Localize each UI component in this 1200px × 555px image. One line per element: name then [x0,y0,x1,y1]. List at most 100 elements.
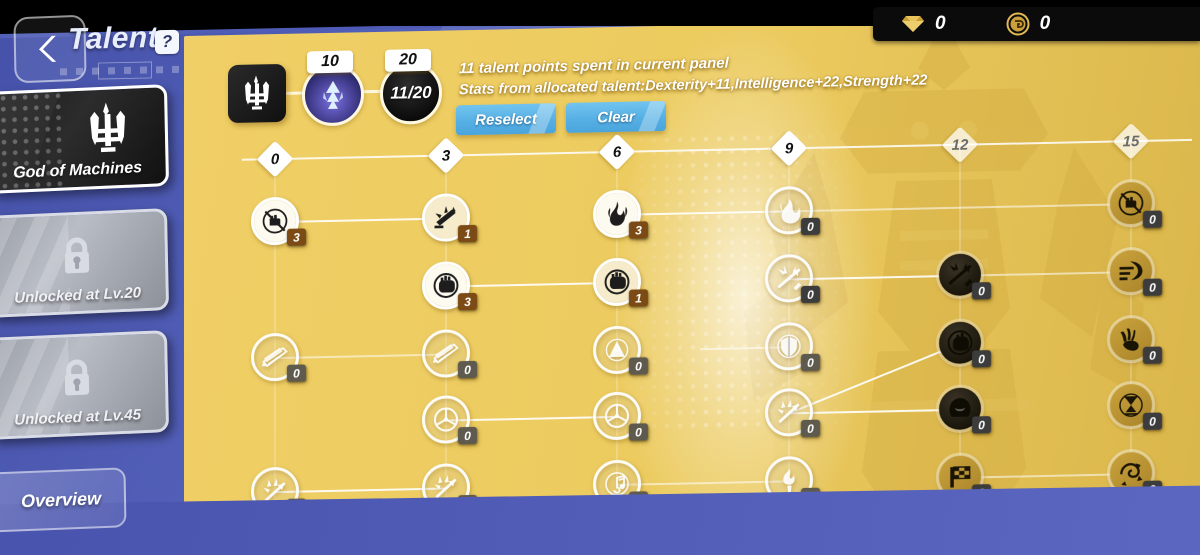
sidebar-card-locked-lv20[interactable]: Unlocked at Lv.20 [0,208,170,318]
talent-node-r1-c1[interactable]: 3 [251,196,306,246]
talent-node-grid: 3 1 3 0 0 3 1 0 0 0 0 0 0 0 0 0 0 0 0 0 … [184,15,1200,530]
talent-node-r2-c4[interactable]: 0 [765,253,820,304]
checker-flag-icon [950,466,971,488]
talent-node-r4-c6[interactable]: 0 [1107,380,1162,430]
talent-node-count: 0 [801,353,820,372]
beast-claw-icon [1120,328,1139,351]
sidebar-card-label: Unlocked at Lv.45 [14,406,142,429]
arrow-strike-icon [777,266,802,291]
gem-icon [902,16,924,32]
hourglass-icon [1119,393,1143,417]
talent-connector [446,281,617,288]
currency-gem-value: 0 [935,13,946,34]
talent-node-count: 0 [458,426,477,445]
talent-node-count: 0 [1143,210,1162,228]
talent-node-count: 1 [458,224,477,243]
talent-connector [275,487,446,494]
talent-connector [275,353,446,360]
blade-fan-icon [261,346,288,368]
talent-connector [960,473,1131,479]
hood-dark-icon [949,398,971,417]
burst-arrow-icon [777,399,800,423]
card-icon-wrap [76,98,139,164]
currency-coin[interactable]: 0 [1006,12,1051,36]
talent-connector [446,415,617,422]
talent-node-r3-c6[interactable]: 0 [1107,314,1162,364]
talent-connector [789,274,960,281]
talent-node-count: 3 [287,228,306,246]
sidebar-card-god-of-machines[interactable]: God of Machines [0,84,170,194]
sidebar-card-label: God of Machines [13,159,143,182]
talent-node-r2-c2[interactable]: 3 [422,261,477,311]
pie-split-icon [433,407,459,432]
arrow-strike-icon [948,262,973,287]
no-fist-icon [1118,190,1144,216]
talent-node-r3-c4[interactable]: 0 [765,321,820,372]
page-title: Talent [68,21,159,56]
talent-node-count: 1 [629,289,648,307]
overview-button-label: Overview [20,487,102,511]
talent-node-r4-c2[interactable]: 0 [422,395,477,445]
talent-node-r4-c5[interactable]: 0 [936,384,991,434]
overview-button[interactable]: Overview [0,467,127,533]
talent-node-r3-c1[interactable]: 0 [251,332,306,382]
fist-icon [604,269,630,295]
talent-node-r2-c6[interactable]: 0 [1107,246,1162,296]
coin-icon [1006,12,1030,36]
blade-fan-icon [432,343,459,364]
lock-icon [64,359,90,396]
talent-node-count: 0 [1143,412,1162,430]
talent-connector [789,408,960,415]
talent-node-count: 0 [972,416,991,434]
talent-node-r2-c5[interactable]: 0 [936,250,991,300]
talent-node-count: 0 [629,423,648,441]
talent-connector [617,210,789,216]
fist-dark-icon [947,330,973,356]
talent-connector [960,271,1131,277]
talent-node-count: 0 [801,419,820,438]
fist-icon [433,273,459,298]
sidebar-card-label: Unlocked at Lv.20 [14,284,142,307]
currency-gem[interactable]: 0 [901,13,946,35]
talent-node-r2-c3[interactable]: 1 [593,257,648,307]
talent-node-r1-c2[interactable]: 1 [422,193,477,243]
currency-bar: 0 0 [873,7,1200,41]
help-button[interactable]: ? [155,29,179,55]
talent-node-r3-c2[interactable]: 0 [422,329,477,379]
talent-node-r3-c3[interactable]: 0 [593,325,648,375]
currency-coin-value: 0 [1039,13,1051,34]
talent-node-count: 0 [458,360,477,379]
talent-node-count: 0 [1143,278,1162,296]
talent-node-r3-c5[interactable]: 0 [936,318,991,368]
app-root: 10 11/20 20 11 talent points spent in cu… [0,0,1200,555]
talent-connector [789,203,1131,213]
burst-slash-icon [434,206,456,229]
talent-node-r1-c4[interactable]: 0 [765,185,820,236]
flame-swirl-icon [780,198,801,224]
talent-node-count: 0 [1143,346,1162,364]
talent-node-r1-c6[interactable]: 0 [1107,178,1162,228]
shield-icon [777,334,801,359]
talent-panel: 10 11/20 20 11 talent points spent in cu… [184,14,1200,531]
tab-dots-selection [98,61,152,80]
talent-node-count: 0 [287,364,306,382]
talent-node-r4-c4[interactable]: 0 [765,387,820,438]
talent-node-count: 0 [972,282,991,300]
back-chevron-icon [39,35,57,62]
swirl-blade-icon [1120,463,1143,486]
pie-split-icon [604,403,630,429]
sidebar-card-locked-lv45[interactable]: Unlocked at Lv.45 [0,330,170,440]
lock-icon [64,237,90,274]
talent-node-count: 0 [801,217,820,236]
talent-node-count: 3 [629,221,648,239]
trident-machine-icon [90,102,125,153]
talent-node-count: 0 [801,285,820,304]
no-fist-icon [262,208,288,234]
talent-node-r4-c3[interactable]: 0 [593,391,648,441]
mountain-peak-icon [605,338,629,362]
talent-node-r1-c3[interactable]: 3 [593,189,648,239]
swift-dash-icon [1119,261,1143,281]
lock-icon-wrap [56,234,97,285]
talent-node-count: 0 [972,350,991,368]
dark-flame-icon [608,201,628,226]
